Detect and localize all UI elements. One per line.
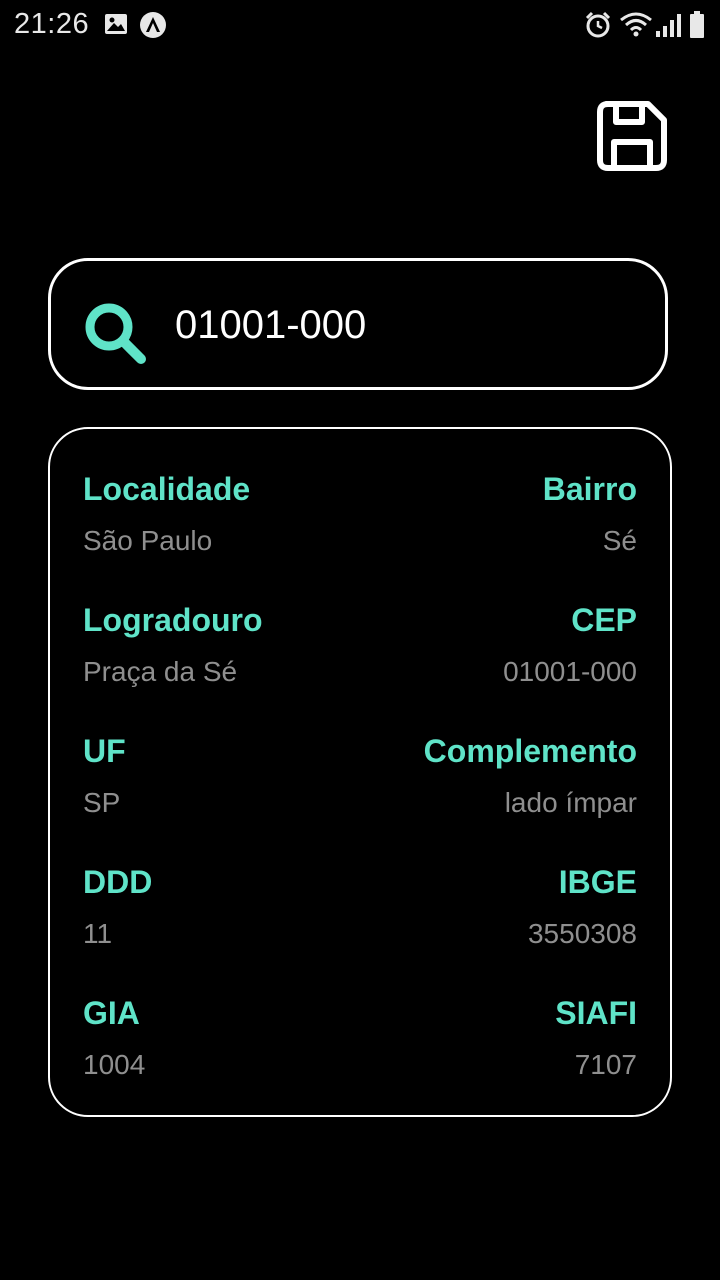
field-label: GIA xyxy=(83,995,140,1031)
field-label: IBGE xyxy=(558,864,637,900)
alarm-icon xyxy=(584,11,612,44)
field-localidade: Localidade São Paulo xyxy=(83,469,363,559)
field-value: São Paulo xyxy=(83,525,213,556)
signal-icon xyxy=(655,14,681,43)
field-label: Localidade xyxy=(83,471,251,507)
field-label: SIAFI xyxy=(555,995,637,1031)
field-value: SP xyxy=(83,787,121,818)
field-value: 3550308 xyxy=(527,918,637,949)
field-value: 7107 xyxy=(574,1049,637,1080)
field-cep: CEP 01001-000 xyxy=(357,600,637,690)
address-result-card: Localidade São Paulo Bairro Sé Logradour… xyxy=(48,427,672,1117)
app-notification-icon xyxy=(139,11,167,44)
field-value: lado ímpar xyxy=(504,787,637,818)
search-box[interactable] xyxy=(48,258,668,390)
field-value: Praça da Sé xyxy=(83,656,238,687)
field-label: UF xyxy=(83,733,126,769)
field-label: Bairro xyxy=(542,471,637,507)
status-bar: 21:26 xyxy=(0,0,720,50)
field-label: Complemento xyxy=(423,733,637,769)
save-button[interactable] xyxy=(596,100,668,172)
field-label: CEP xyxy=(571,602,637,638)
field-uf: UF SP xyxy=(83,731,363,821)
field-label: DDD xyxy=(83,864,153,900)
battery-icon xyxy=(689,11,705,44)
cep-search-input[interactable] xyxy=(175,297,635,353)
field-value: 01001-000 xyxy=(503,656,637,687)
wifi-icon xyxy=(619,11,653,42)
field-value: 11 xyxy=(83,918,113,949)
field-logradouro: Logradouro Praça da Sé xyxy=(83,600,363,690)
field-value: 1004 xyxy=(83,1049,146,1080)
field-gia: GIA 1004 xyxy=(83,993,363,1083)
search-icon[interactable] xyxy=(83,301,147,365)
image-icon xyxy=(104,13,128,40)
field-siafi: SIAFI 7107 xyxy=(357,993,637,1083)
status-time: 21:26 xyxy=(14,8,90,40)
field-ibge: IBGE 3550308 xyxy=(357,862,637,952)
field-complemento: Complemento lado ímpar xyxy=(357,731,637,821)
app-screen: 21:26 01001-000 Localidade São Paulo Bai… xyxy=(0,0,720,1280)
field-value: Sé xyxy=(602,525,637,556)
save-icon xyxy=(597,101,667,171)
field-label: Logradouro xyxy=(83,602,263,638)
field-ddd: DDD 11 xyxy=(83,862,363,952)
field-bairro: Bairro Sé xyxy=(357,469,637,559)
